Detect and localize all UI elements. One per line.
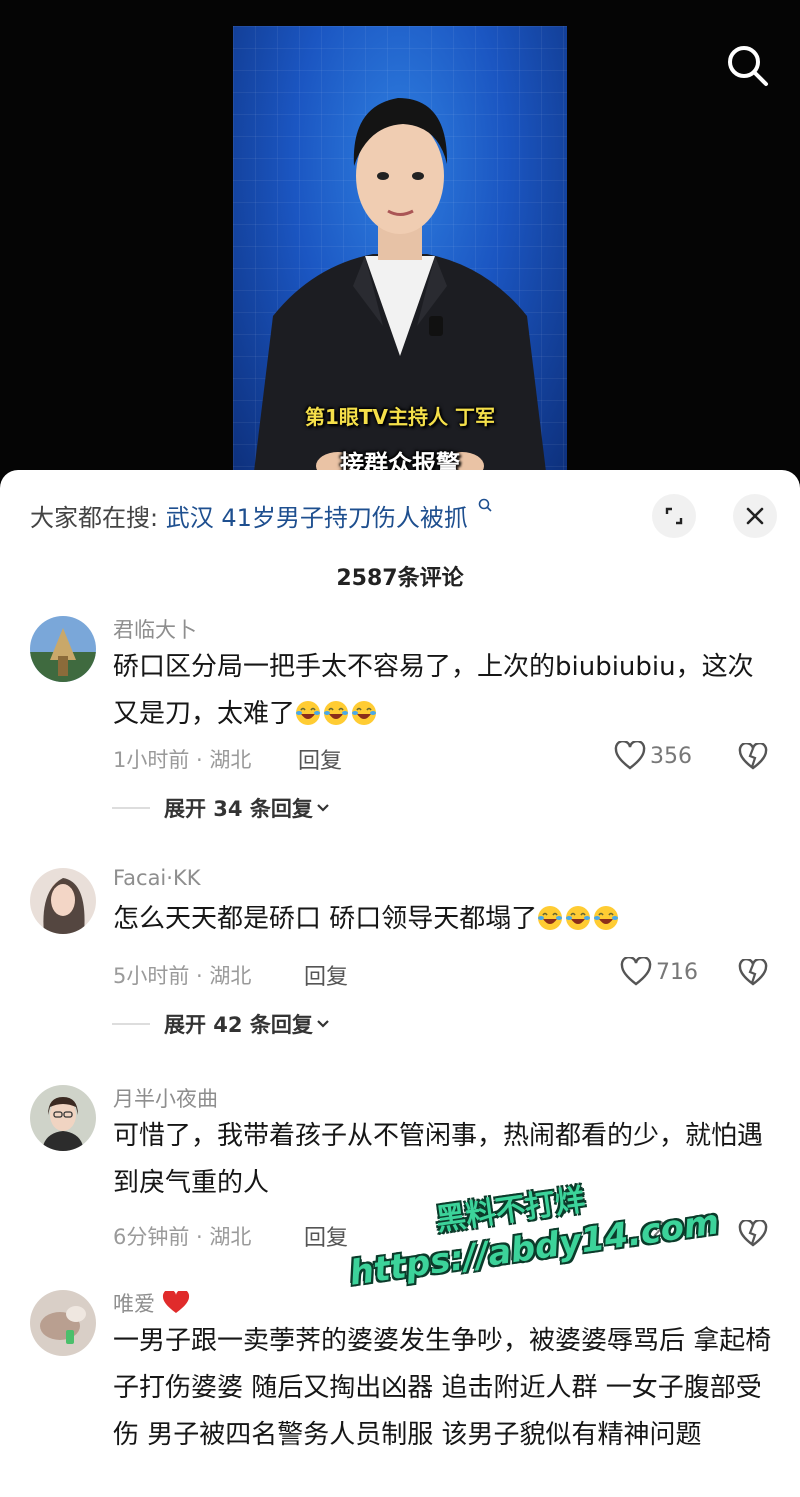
red-heart-icon	[162, 1289, 189, 1313]
time-location: 6分钟前 · 湖北	[113, 1225, 252, 1249]
expand-replies-button[interactable]: 展开 34 条回复	[112, 793, 333, 823]
close-glyph	[746, 507, 764, 525]
username[interactable]: 君临大卜	[113, 614, 197, 644]
comment-sheet: 大家都在搜: 武汉 41岁男子持刀伤人被抓 2587条评论 君临大卜 硚口区分局…	[0, 470, 800, 1497]
like-count: 2	[652, 1218, 666, 1243]
trending-label: 大家都在搜:	[30, 504, 159, 532]
avatar[interactable]	[30, 1085, 96, 1151]
username[interactable]: 唯爱	[113, 1288, 190, 1318]
expand-glyph	[665, 507, 683, 525]
time-location: 5小时前 · 湖北	[113, 964, 252, 988]
laughing-crying-emoji-icon	[352, 701, 377, 725]
avatar[interactable]	[30, 868, 96, 934]
expand-replies-label: 展开 42 条回复	[164, 1013, 313, 1037]
trending-search-bar[interactable]: 大家都在搜: 武汉 41岁男子持刀伤人被抓	[30, 498, 492, 533]
reply-button[interactable]: 回复	[304, 959, 348, 991]
laughing-crying-emoji-icon	[594, 906, 619, 930]
comment-text: 一男子跟一卖荸荠的婆婆发生争吵，被婆婆辱骂后 拿起椅子打伤婆婆 随后又掏出凶器 …	[113, 1326, 772, 1450]
comment-item: 月半小夜曲 可惜了，我带着孩子从不管闲事，热闹都看的少，就怕遇到戾气重的人 6分…	[0, 1085, 800, 1275]
reply-button[interactable]: 回复	[298, 743, 342, 775]
emoji-group	[295, 699, 379, 729]
like-button[interactable]: 356	[614, 741, 692, 771]
broken-heart-icon[interactable]	[738, 1220, 768, 1248]
close-icon[interactable]	[733, 494, 777, 538]
divider-line	[112, 1023, 150, 1025]
comment-text: 可惜了，我带着孩子从不管闲事，热闹都看的少，就怕遇到戾气重的人	[113, 1121, 764, 1198]
emoji-group	[537, 904, 621, 934]
time-location: 1小时前 · 湖北	[113, 748, 252, 772]
comment-text: 怎么天天都是硚口 硚口领导天都塌了	[113, 896, 773, 943]
username-text: 唯爱	[113, 1292, 155, 1316]
avatar[interactable]	[30, 1290, 96, 1356]
username[interactable]: 月半小夜曲	[113, 1083, 218, 1113]
broken-heart-icon[interactable]	[738, 743, 768, 771]
expand-replies-label: 展开 34 条回复	[164, 797, 313, 821]
laughing-crying-emoji-icon	[324, 701, 349, 725]
comment-item: 唯爱 一男子跟一卖荸荠的婆婆发生争吵，被婆婆辱骂后 拿起椅子打伤婆婆 随后又掏出…	[0, 1288, 800, 1497]
comment-text-body: 怎么天天都是硚口 硚口领导天都塌了	[113, 904, 538, 934]
divider-line	[112, 807, 150, 809]
comment-item: Facai·KK 怎么天天都是硚口 硚口领导天都塌了 5小时前 · 湖北 回复 …	[0, 866, 800, 1058]
heart-icon	[614, 741, 646, 770]
search-icon[interactable]	[722, 40, 772, 90]
like-button[interactable]: 2	[648, 1218, 666, 1243]
video-caption-host: 第1眼TV主持人 丁军	[305, 405, 495, 429]
like-count: 716	[656, 959, 698, 985]
video-frame[interactable]: 第1眼TV主持人 丁军 接群众报警	[233, 26, 567, 480]
laughing-crying-emoji-icon	[566, 906, 591, 930]
reply-button[interactable]: 回复	[304, 1220, 348, 1252]
chevron-down-icon	[317, 804, 329, 812]
like-count: 356	[650, 743, 692, 769]
avatar[interactable]	[30, 616, 96, 682]
comment-text: 硚口区分局一把手太不容易了，上次的biubiubiu，这次又是刀，太难了	[113, 644, 773, 738]
expand-replies-button[interactable]: 展开 42 条回复	[112, 1009, 333, 1039]
comment-count: 2587条评论	[336, 566, 464, 591]
small-search-icon	[478, 498, 492, 512]
laughing-crying-emoji-icon	[296, 701, 321, 725]
broken-heart-icon[interactable]	[738, 959, 768, 987]
like-button[interactable]: 716	[620, 957, 698, 987]
trending-query-link[interactable]: 武汉 41岁男子持刀伤人被抓	[166, 504, 468, 532]
chevron-down-icon	[317, 1020, 329, 1028]
video-player[interactable]: 第1眼TV主持人 丁军 接群众报警	[0, 0, 800, 480]
username[interactable]: Facai·KK	[113, 866, 201, 890]
heart-icon	[620, 957, 652, 986]
comment-item: 君临大卜 硚口区分局一把手太不容易了，上次的biubiubiu，这次又是刀，太难…	[0, 616, 800, 826]
comment-text-body: 硚口区分局一把手太不容易了，上次的biubiubiu，这次又是刀，太难了	[113, 652, 754, 729]
laughing-crying-emoji-icon	[538, 906, 563, 930]
expand-icon[interactable]	[652, 494, 696, 538]
